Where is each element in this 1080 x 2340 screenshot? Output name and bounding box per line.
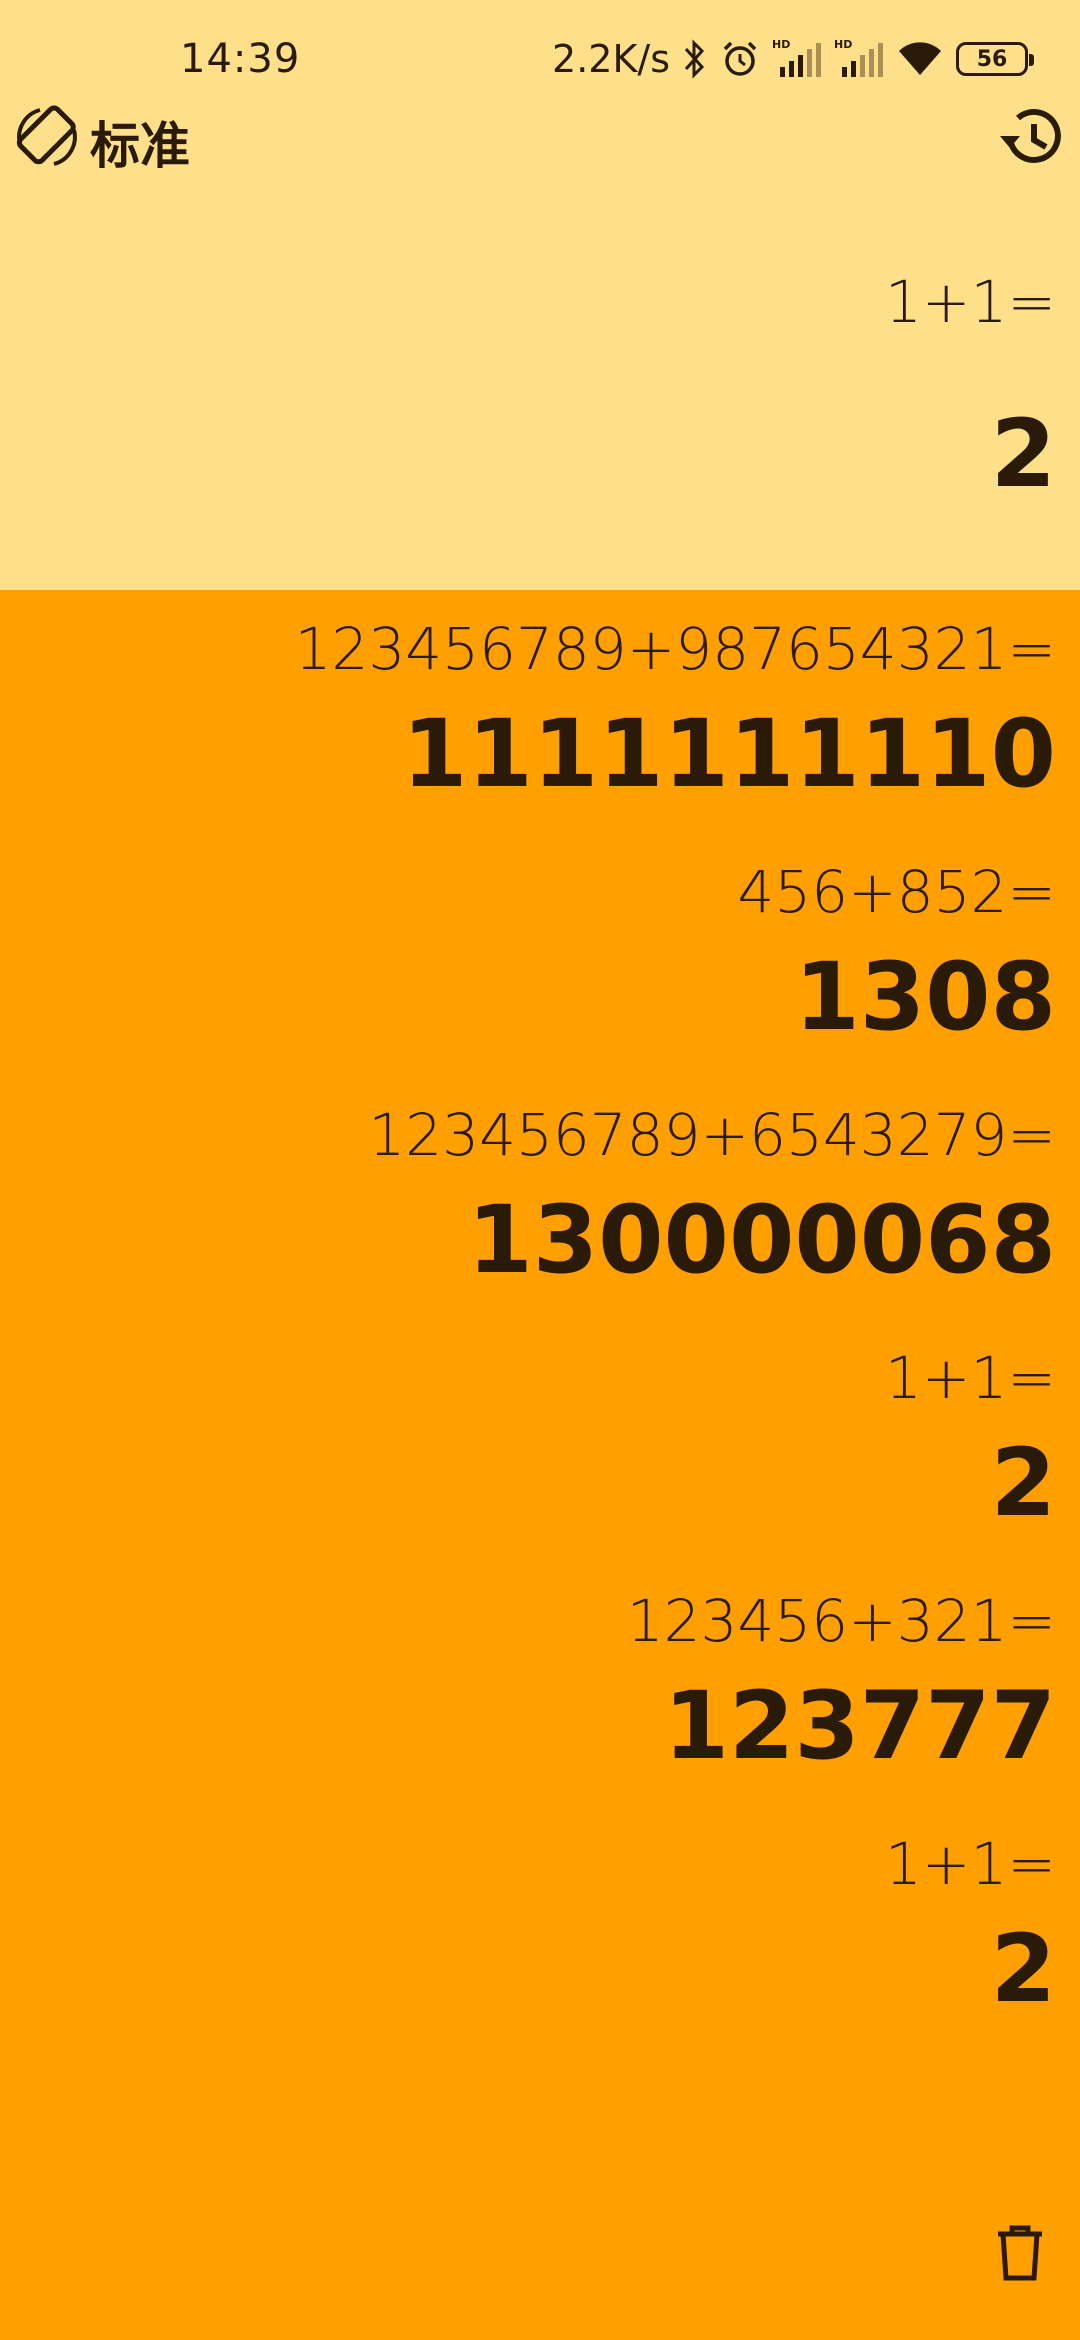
battery-icon: 56	[956, 42, 1034, 76]
history-expression: 123456789+6543279=	[368, 1101, 1056, 1169]
mode-label[interactable]: 标准	[90, 106, 190, 178]
history-list[interactable]: 123456789+987654321= 1111111110 456+852=…	[0, 615, 1080, 2073]
alarm-icon	[720, 39, 760, 79]
history-result: 1111111110	[401, 700, 1056, 809]
history-expression: 123456789+987654321=	[294, 615, 1056, 683]
status-time: 14:39	[180, 36, 301, 82]
history-expression: 123456+321=	[626, 1587, 1056, 1655]
history-item[interactable]: 123456789+987654321= 1111111110	[0, 615, 1080, 858]
trash-icon[interactable]	[988, 2220, 1052, 2284]
history-item[interactable]: 456+852= 1308	[0, 858, 1080, 1101]
history-result: 2	[990, 1429, 1056, 1538]
svg-text:HD: HD	[834, 38, 852, 51]
history-result: 130000068	[467, 1186, 1056, 1295]
status-icons: 2.2K/s HD HD 56	[552, 34, 1034, 84]
signal-hd-icon-2: HD	[834, 37, 884, 81]
history-expression: 1+1=	[885, 1830, 1056, 1898]
bluetooth-icon	[682, 39, 708, 79]
history-item[interactable]: 123456+321= 123777	[0, 1587, 1080, 1830]
history-icon[interactable]	[996, 102, 1066, 172]
signal-hd-icon: HD	[772, 37, 822, 81]
svg-text:HD: HD	[772, 38, 790, 51]
wifi-icon	[896, 39, 944, 79]
network-speed: 2.2K/s	[552, 37, 670, 81]
history-item[interactable]: 123456789+6543279= 130000068	[0, 1101, 1080, 1344]
history-result: 2	[990, 1915, 1056, 2024]
battery-level: 56	[976, 46, 1008, 72]
history-expression: 456+852=	[737, 858, 1056, 926]
app-header: 标准	[0, 100, 1080, 210]
history-result: 1308	[794, 943, 1056, 1052]
history-item[interactable]: 1+1= 2	[0, 1344, 1080, 1587]
history-result: 123777	[663, 1672, 1056, 1781]
screen-rotation-icon[interactable]	[10, 100, 84, 174]
history-expression: 1+1=	[885, 1344, 1056, 1412]
current-expression: 1+1=	[885, 268, 1056, 336]
current-result: 2	[990, 400, 1056, 509]
history-item[interactable]: 1+1= 2	[0, 1830, 1080, 2073]
